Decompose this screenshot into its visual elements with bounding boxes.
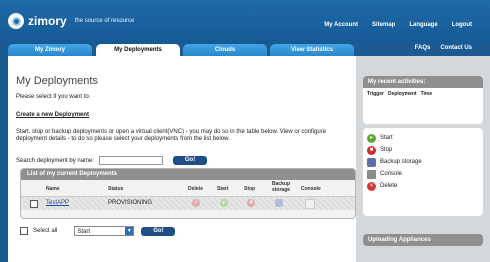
bulk-actions: Select all Start ▼ Go! (20, 226, 176, 236)
table-row[interactable]: TestAPP PROVISIONING × ▸ ■ (21, 196, 355, 210)
delete-icon: × (367, 181, 376, 191)
logo[interactable]: zimory the source of resource (8, 13, 134, 29)
description-line-2: deployment details - to do so please sel… (16, 136, 230, 142)
start-icon[interactable]: ▸ (220, 199, 228, 207)
search-row: Search deployment by name: Go! (16, 156, 208, 165)
col-name: Name (46, 186, 60, 192)
stop-icon: ■ (367, 145, 376, 155)
description-line-1: Start, stop or backup deployments or ope… (16, 129, 327, 135)
create-deployment-link[interactable]: Create a new Deployment (16, 112, 89, 118)
console-icon (367, 169, 376, 179)
tab-my-zimory[interactable]: My Zimory (8, 44, 92, 56)
col-stop: Stop (244, 186, 256, 192)
main-content: My Deployments Please select if you want… (8, 56, 356, 262)
deployment-name-link[interactable]: TestAPP (46, 200, 69, 206)
start-icon: ▸ (367, 133, 376, 143)
search-input[interactable] (99, 156, 164, 165)
recent-activities-panel: My recent activities: Trigger Deployment… (363, 76, 483, 124)
console-icon[interactable] (305, 199, 315, 209)
table-header: Name Status Delete Start Stop Backup sto… (21, 180, 355, 196)
recent-activities-columns: Trigger Deployment Time (363, 88, 483, 100)
legend-start-label: Start (380, 135, 393, 141)
recent-activities-title: My recent activities: (363, 76, 483, 88)
deployments-table: List of my current Deployments Name Stat… (20, 168, 356, 219)
nav-sitemap[interactable]: Sitemap (372, 22, 395, 28)
icon-legend-panel: ▸ Start ■ Stop Backup storage Console × … (363, 128, 483, 216)
header: zimory the source of resource My Account… (0, 0, 490, 44)
top-nav: My Account Sitemap Language Logout (324, 22, 472, 28)
uploading-appliances-title[interactable]: Uploading Appliances (363, 234, 483, 246)
action-select[interactable]: Start ▼ (74, 226, 135, 236)
action-select-value: Start (77, 229, 91, 235)
faqs-link[interactable]: FAQs (415, 45, 431, 51)
delete-icon[interactable]: × (192, 199, 200, 207)
col-trigger: Trigger (367, 91, 384, 97)
sidebar: My recent activities: Trigger Deployment… (356, 56, 490, 262)
tab-view-statistics[interactable]: View Statistics (270, 44, 354, 56)
col-status: Status (108, 186, 124, 192)
col-time: Time (420, 91, 433, 97)
legend-stop-label: Stop (380, 147, 393, 153)
chevron-down-icon: ▼ (125, 227, 134, 235)
tab-my-deployments[interactable]: My Deployments (96, 44, 180, 56)
legend-console: Console (367, 168, 479, 180)
bulk-go-button[interactable]: Go! (141, 226, 176, 236)
select-all-label: Select all (33, 228, 58, 234)
right-links: FAQs Contact Us (415, 45, 472, 51)
col-backup: Backup storage (271, 181, 291, 193)
search-go-button[interactable]: Go! (173, 156, 208, 165)
logo-tagline: the source of resource (74, 18, 135, 24)
deployment-status: PROVISIONING (108, 200, 153, 206)
table-title: List of my current Deployments (21, 169, 355, 180)
tab-clouds[interactable]: Clouds (183, 44, 267, 56)
col-start: Start (217, 186, 229, 192)
col-console: Console (301, 186, 321, 192)
nav-logout[interactable]: Logout (452, 22, 472, 28)
select-all-checkbox[interactable] (20, 227, 28, 235)
legend-console-label: Console (380, 171, 403, 177)
col-deployment: Deployment (387, 91, 417, 97)
intro-text: Please select if you want to: (16, 94, 91, 100)
uploading-appliances-panel: Uploading Appliances (363, 234, 483, 246)
legend-delete: × Delete (367, 180, 479, 192)
zimory-logo-icon (8, 13, 24, 29)
stop-icon[interactable]: ■ (247, 199, 255, 207)
nav-my-account[interactable]: My Account (324, 22, 358, 28)
legend-start: ▸ Start (367, 132, 479, 144)
logo-name: zimory (28, 14, 67, 28)
col-delete: Delete (188, 186, 204, 192)
legend-stop: ■ Stop (367, 144, 479, 156)
backup-icon[interactable] (275, 199, 283, 207)
nav-language[interactable]: Language (409, 22, 437, 28)
legend-backup-label: Backup storage (380, 159, 422, 165)
legend-backup: Backup storage (367, 156, 479, 168)
contact-us-link[interactable]: Contact Us (440, 45, 472, 51)
backup-icon (367, 157, 376, 167)
search-label: Search deployment by name: (16, 157, 95, 164)
row-checkbox[interactable] (30, 200, 38, 208)
legend-delete-label: Delete (380, 183, 398, 189)
page-title: My Deployments (16, 75, 98, 87)
